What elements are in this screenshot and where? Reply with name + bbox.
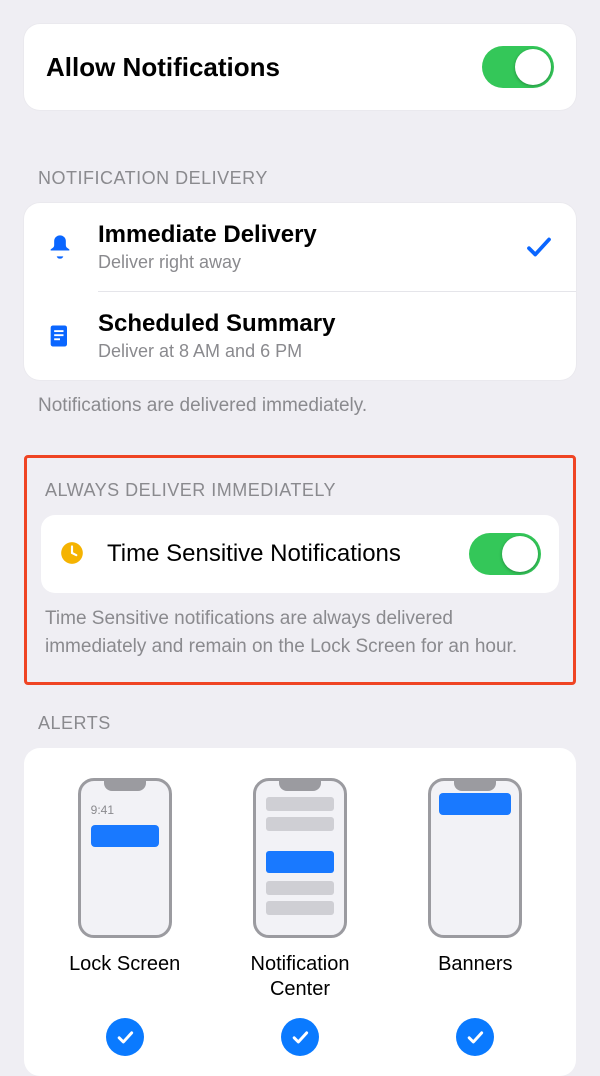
lock-screen-time: 9:41 bbox=[91, 803, 114, 817]
alert-lock-screen[interactable]: 9:41 Lock Screen bbox=[45, 778, 205, 1056]
allow-notifications-row[interactable]: Allow Notifications bbox=[24, 24, 576, 110]
scheduled-summary-title: Scheduled Summary bbox=[98, 310, 554, 339]
alert-banners-check-icon[interactable] bbox=[456, 1018, 494, 1056]
immediate-delivery-sub: Deliver right away bbox=[98, 252, 504, 273]
alerts-grid: 9:41 Lock Screen Notification Center bbox=[42, 778, 558, 1056]
time-sensitive-toggle[interactable] bbox=[469, 533, 541, 575]
alert-banners[interactable]: Banners bbox=[395, 778, 555, 1056]
alert-lock-screen-check-icon[interactable] bbox=[106, 1018, 144, 1056]
alert-notification-center[interactable]: Notification Center bbox=[220, 778, 380, 1056]
always-section-footer: Time Sensitive notifications are always … bbox=[41, 593, 559, 660]
time-sensitive-label: Time Sensitive Notifications bbox=[107, 540, 449, 568]
alerts-section-header: ALERTS bbox=[24, 713, 576, 748]
time-sensitive-highlight: ALWAYS DELIVER IMMEDIATELY Time Sensitiv… bbox=[24, 455, 576, 685]
always-section-header: ALWAYS DELIVER IMMEDIATELY bbox=[41, 480, 559, 515]
immediate-delivery-title: Immediate Delivery bbox=[98, 221, 504, 250]
alert-banners-label: Banners bbox=[438, 952, 513, 1002]
summary-icon bbox=[42, 318, 78, 354]
scheduled-summary-row[interactable]: Scheduled Summary Deliver at 8 AM and 6 … bbox=[24, 292, 576, 380]
immediate-delivery-row[interactable]: Immediate Delivery Deliver right away bbox=[24, 203, 576, 291]
bell-icon bbox=[42, 229, 78, 265]
delivery-list: Immediate Delivery Deliver right away bbox=[24, 203, 576, 380]
alert-notification-center-label: Notification Center bbox=[220, 952, 380, 1002]
notifications-settings-page: Allow Notifications NOTIFICATION DELIVER… bbox=[0, 0, 600, 1076]
alert-lock-screen-label: Lock Screen bbox=[69, 952, 180, 1002]
notification-center-preview-icon bbox=[253, 778, 347, 938]
allow-notifications-toggle[interactable] bbox=[482, 46, 554, 88]
alerts-card: 9:41 Lock Screen Notification Center bbox=[24, 748, 576, 1076]
banners-preview-icon bbox=[428, 778, 522, 938]
lock-screen-preview-icon: 9:41 bbox=[78, 778, 172, 938]
scheduled-summary-texts: Scheduled Summary Deliver at 8 AM and 6 … bbox=[98, 310, 554, 362]
clock-icon bbox=[59, 540, 87, 568]
delivery-section-header: NOTIFICATION DELIVERY bbox=[24, 168, 576, 203]
allow-notifications-label: Allow Notifications bbox=[46, 52, 280, 83]
time-sensitive-row[interactable]: Time Sensitive Notifications bbox=[41, 515, 559, 593]
toggle-knob bbox=[515, 49, 551, 85]
delivery-section-footer: Notifications are delivered immediately. bbox=[24, 380, 576, 420]
toggle-knob bbox=[502, 536, 538, 572]
immediate-delivery-texts: Immediate Delivery Deliver right away bbox=[98, 221, 504, 273]
checkmark-icon bbox=[524, 232, 554, 262]
alert-notification-center-check-icon[interactable] bbox=[281, 1018, 319, 1056]
scheduled-summary-sub: Deliver at 8 AM and 6 PM bbox=[98, 341, 554, 362]
